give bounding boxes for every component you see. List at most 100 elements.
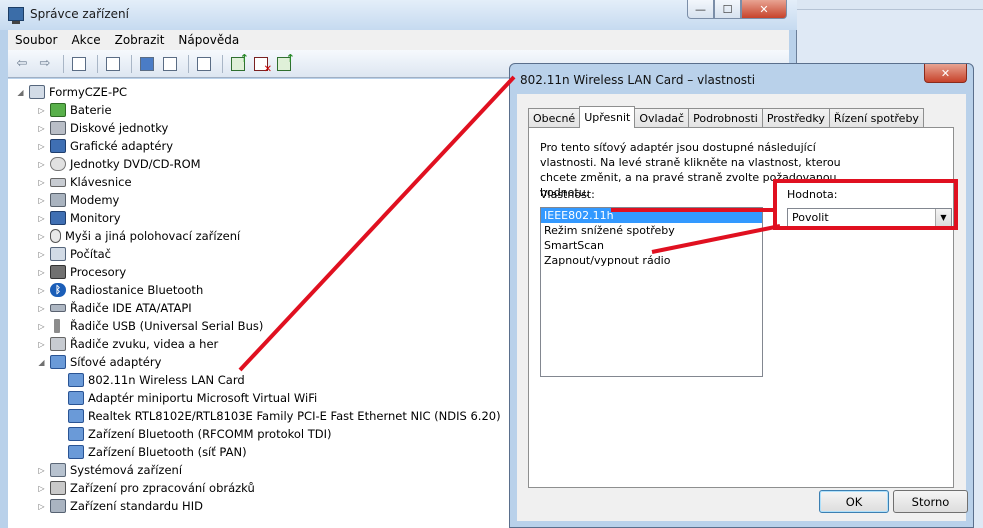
tree-item-processors[interactable]: ▷ Procesory <box>37 263 126 281</box>
tree-item-label: Klávesnice <box>70 175 132 189</box>
expand-icon[interactable]: ▷ <box>37 466 46 475</box>
tree-view-icon[interactable] <box>69 54 89 74</box>
forward-arrow-icon[interactable]: ⇨ <box>35 54 55 74</box>
tree-item-system-devices[interactable]: ▷ Systémová zařízení <box>37 461 182 479</box>
device-manager-icon <box>8 7 24 24</box>
collapse-icon[interactable]: ◢ <box>16 88 25 97</box>
property-item-power-save[interactable]: Režim snížené spotřeby <box>541 223 762 238</box>
expand-icon[interactable]: ▷ <box>37 304 46 313</box>
tree-item-sound[interactable]: ▷ Řadiče zvuku, videa a her <box>37 335 218 353</box>
tree-item-monitors[interactable]: ▷ Monitory <box>37 209 121 227</box>
expand-icon[interactable]: ▷ <box>37 106 46 115</box>
tree-item-imaging[interactable]: ▷ Zařízení pro zpracování obrázků <box>37 479 255 497</box>
tree-item-bluetooth-radios[interactable]: ▷ ᛒ Radiostanice Bluetooth <box>37 281 203 299</box>
tab-general[interactable]: Obecné <box>528 108 581 127</box>
dialog-close-button[interactable]: ✕ <box>924 64 967 83</box>
window-title: Správce zařízení <box>30 7 129 21</box>
properties-dialog: 802.11n Wireless LAN Card – vlastnosti ✕… <box>509 63 974 528</box>
expand-icon[interactable]: ▷ <box>37 286 46 295</box>
tree-item-hid[interactable]: ▷ Zařízení standardu HID <box>37 497 203 515</box>
tab-strip: Obecné Upřesnit Ovladač Podrobnosti Pros… <box>528 106 924 128</box>
update-driver-icon[interactable] <box>228 52 249 74</box>
scan-hardware-icon[interactable] <box>194 54 214 74</box>
tab-details[interactable]: Podrobnosti <box>688 108 763 127</box>
toolbar-separator <box>188 54 189 73</box>
tree-item-keyboards[interactable]: ▷ Klávesnice <box>37 173 132 191</box>
menu-view[interactable]: Zobrazit <box>108 33 172 47</box>
menu-bar: Soubor Akce Zobrazit Nápověda <box>8 30 789 50</box>
expand-icon[interactable]: ▷ <box>37 232 46 241</box>
tree-item-usb[interactable]: ▷ Řadiče USB (Universal Serial Bus) <box>37 317 263 335</box>
network-adapter-icon <box>68 373 84 387</box>
network-adapter-icon <box>68 427 84 441</box>
tree-item-bluetooth-rfcomm[interactable]: Zařízení Bluetooth (RFCOMM protokol TDI) <box>68 425 332 443</box>
tree-item-dvd[interactable]: ▷ Jednotky DVD/CD-ROM <box>37 155 201 173</box>
property-item-ieee80211h[interactable]: IEEE802.11h <box>541 208 762 223</box>
expand-icon[interactable]: ▷ <box>37 250 46 259</box>
network-adapter-icon <box>50 355 66 369</box>
caption-buttons: — ☐ ✕ <box>687 0 787 20</box>
dialog-title-bar[interactable]: 802.11n Wireless LAN Card – vlastnosti ✕ <box>510 64 973 94</box>
tab-advanced[interactable]: Upřesnit <box>579 106 636 128</box>
expand-icon[interactable]: ▷ <box>37 178 46 187</box>
tree-item-network-adapters[interactable]: ◢ Síťové adaptéry <box>37 353 161 371</box>
expand-icon[interactable]: ▷ <box>37 124 46 133</box>
property-item-radio-toggle[interactable]: Zapnout/vypnout rádio <box>541 253 762 268</box>
tree-item-realtek-nic[interactable]: Realtek RTL8102E/RTL8103E Family PCI-E F… <box>68 407 501 425</box>
tree-item-display-adapters[interactable]: ▷ Grafické adaptéry <box>37 137 173 155</box>
cancel-button[interactable]: Storno <box>893 490 968 513</box>
ide-controller-icon <box>50 304 66 312</box>
tree-item-label: Zařízení standardu HID <box>70 499 203 513</box>
tree-item-label: Řadiče zvuku, videa a her <box>70 337 219 351</box>
help-icon[interactable] <box>137 54 157 74</box>
property-list[interactable]: IEEE802.11h Režim snížené spotřeby Smart… <box>540 207 763 377</box>
tab-power-management[interactable]: Řízení spotřeby <box>828 108 924 127</box>
menu-file[interactable]: Soubor <box>8 33 64 47</box>
menu-action[interactable]: Akce <box>64 33 107 47</box>
tree-item-label: Řadiče USB (Universal Serial Bus) <box>70 319 264 333</box>
properties-icon[interactable] <box>103 54 123 74</box>
expand-icon[interactable]: ▷ <box>37 214 46 223</box>
tree-item-label: 802.11n Wireless LAN Card <box>88 373 245 387</box>
close-button[interactable]: ✕ <box>741 0 787 19</box>
tree-item-virtual-wifi[interactable]: Adaptér miniportu Microsoft Virtual WiFi <box>68 389 317 407</box>
expand-icon[interactable]: ▷ <box>37 268 46 277</box>
monitor-icon <box>50 211 66 225</box>
tree-root[interactable]: ◢ FormyCZE-PC <box>16 83 127 101</box>
system-device-icon <box>50 463 66 477</box>
tree-item-disks[interactable]: ▷ Diskové jednotky <box>37 119 168 137</box>
ok-button[interactable]: OK <box>819 490 889 513</box>
tree-item-wireless-lan[interactable]: 802.11n Wireless LAN Card <box>68 371 245 389</box>
expand-icon[interactable]: ▷ <box>37 196 46 205</box>
expand-icon[interactable]: ▷ <box>37 322 46 331</box>
expand-icon[interactable]: ▷ <box>37 142 46 151</box>
menu-help[interactable]: Nápověda <box>171 33 246 47</box>
expand-icon[interactable]: ▷ <box>37 484 46 493</box>
tree-item-label: Radiostanice Bluetooth <box>70 283 204 297</box>
device-view-icon[interactable] <box>160 54 180 74</box>
tree-item-modems[interactable]: ▷ Modemy <box>37 191 119 209</box>
back-arrow-icon[interactable]: ⇦ <box>12 54 32 74</box>
tree-item-battery[interactable]: ▷ Baterie <box>37 101 112 119</box>
expand-icon[interactable]: ▷ <box>37 160 46 169</box>
tree-item-computer[interactable]: ▷ Počítač <box>37 245 111 263</box>
tree-item-mice[interactable]: ▷ Myši a jiná polohovací zařízení <box>37 227 240 245</box>
network-adapter-icon <box>68 391 84 405</box>
sound-icon <box>50 337 66 351</box>
enable-device-icon[interactable] <box>274 52 295 74</box>
tab-resources[interactable]: Prostředky <box>761 108 830 127</box>
tree-item-ide[interactable]: ▷ Řadiče IDE ATA/ATAPI <box>37 299 191 317</box>
toolbar-separator <box>63 54 64 73</box>
computer-icon <box>50 247 66 261</box>
minimize-button[interactable]: — <box>687 0 714 19</box>
expand-icon[interactable]: ▷ <box>37 340 46 349</box>
uninstall-icon[interactable] <box>251 54 272 75</box>
maximize-button[interactable]: ☐ <box>714 0 741 19</box>
tab-driver[interactable]: Ovladač <box>634 108 690 127</box>
title-bar[interactable]: Správce zařízení — ☐ ✕ <box>0 0 797 30</box>
property-item-smartscan[interactable]: SmartScan <box>541 238 762 253</box>
expand-icon[interactable]: ▷ <box>37 502 46 511</box>
tree-item-bluetooth-pan[interactable]: Zařízení Bluetooth (síť PAN) <box>68 443 247 461</box>
collapse-icon[interactable]: ◢ <box>37 358 46 367</box>
tree-item-label: Síťové adaptéry <box>70 355 162 369</box>
